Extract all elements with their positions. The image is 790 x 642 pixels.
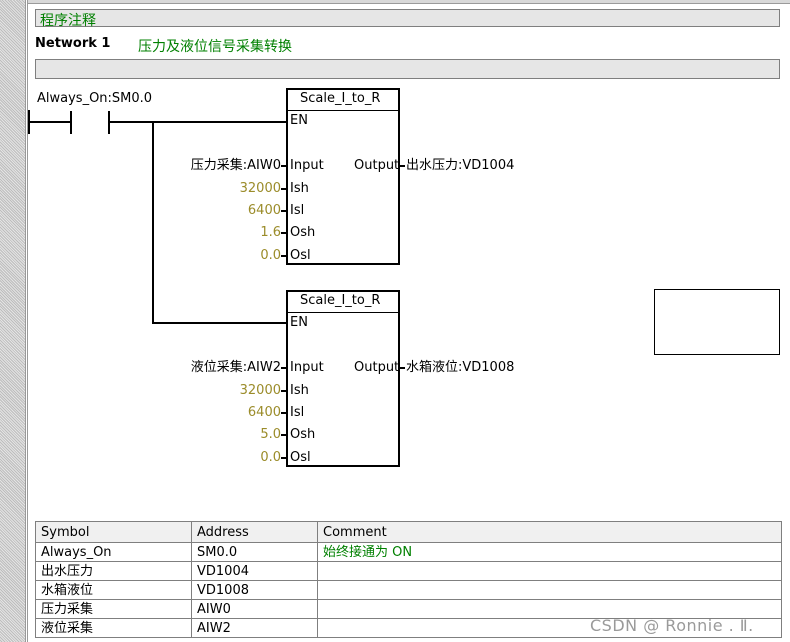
table-row[interactable]: Always_On SM0.0 始终接通为 ON: [35, 542, 782, 562]
address-cell[interactable]: AIW2: [191, 618, 318, 638]
address-cell[interactable]: AIW0: [191, 599, 318, 619]
block-2-isl-pin: Isl: [290, 405, 305, 420]
block-2-osl-pin: Osl: [290, 450, 311, 465]
block-1-isl-value[interactable]: 6400: [248, 203, 281, 219]
table-row[interactable]: 水箱液位 VD1008: [35, 580, 782, 600]
block-2-output-tick: [400, 367, 405, 369]
block-2-isl-value[interactable]: 6400: [248, 405, 281, 421]
block-1-ish-pin: Ish: [290, 181, 309, 196]
program-comment: 程序注释: [40, 13, 96, 29]
network-title[interactable]: 压力及液位信号采集转换: [138, 36, 292, 56]
left-margin-hatch: [0, 0, 25, 642]
address-column-header[interactable]: Address: [191, 521, 318, 543]
block-1-output-operand[interactable]: 出水压力:VD1004: [406, 158, 514, 174]
block-1-osl-value[interactable]: 0.0: [260, 248, 281, 264]
network-comment-bar[interactable]: [35, 59, 780, 79]
block-2-osh-tick: [281, 434, 286, 436]
block-1-osh-tick: [281, 232, 286, 234]
block-2-input-operand[interactable]: 液位采集:AIW2: [191, 360, 281, 376]
symbol-table-header: Symbol Address Comment: [35, 521, 782, 543]
block-2-osh-pin: Osh: [290, 427, 316, 442]
block-1-osh-pin: Osh: [290, 225, 316, 240]
block-2-osl-value[interactable]: 0.0: [260, 450, 281, 466]
block-2-osl-tick: [281, 457, 286, 459]
program-comment-bar[interactable]: [35, 9, 780, 27]
address-cell[interactable]: VD1004: [191, 561, 318, 581]
comment-cell[interactable]: [317, 561, 782, 581]
block-2-isl-tick: [281, 412, 286, 414]
block-1-input-pin: Input: [290, 158, 324, 173]
table-row[interactable]: 出水压力 VD1004: [35, 561, 782, 581]
comment-column-header[interactable]: Comment: [317, 521, 782, 543]
block-1-ish-value[interactable]: 32000: [240, 181, 281, 197]
block-2-ish-pin: Ish: [290, 383, 309, 398]
block-1-en-pin: EN: [290, 113, 308, 128]
comment-cell[interactable]: 始终接通为 ON: [317, 542, 782, 562]
symbol-cell[interactable]: 水箱液位: [35, 580, 192, 600]
editor-top-border: [28, 0, 790, 4]
empty-network-box[interactable]: [654, 289, 780, 355]
network-label[interactable]: Network 1: [35, 36, 110, 51]
symbol-cell[interactable]: 出水压力: [35, 561, 192, 581]
symbol-cell[interactable]: 压力采集: [35, 599, 192, 619]
block-1-osh-value[interactable]: 1.6: [260, 225, 281, 241]
block-2-input-pin: Input: [290, 360, 324, 375]
watermark: CSDN @ Ronnie . Ⅱ.: [590, 616, 754, 635]
symbol-cell[interactable]: Always_On: [35, 542, 192, 562]
block-1-name: Scale_I_to_R: [300, 91, 381, 106]
block-1-input-tick: [281, 165, 286, 167]
block-1-output-tick: [400, 165, 405, 167]
symbol-cell[interactable]: 液位采集: [35, 618, 192, 638]
rung-branch-wire: [152, 121, 154, 324]
address-cell[interactable]: SM0.0: [191, 542, 318, 562]
block-2-output-pin: Output: [354, 360, 400, 375]
block-2-osh-value[interactable]: 5.0: [260, 427, 281, 443]
block-1-output-pin: Output: [354, 158, 400, 173]
block-1-ish-tick: [281, 188, 286, 190]
address-cell[interactable]: VD1008: [191, 580, 318, 600]
block-2-en-pin: EN: [290, 315, 308, 330]
comment-cell[interactable]: [317, 580, 782, 600]
contact-left-plate[interactable]: [70, 111, 72, 134]
block-2-title-divider: [287, 312, 399, 313]
block-1-input-operand[interactable]: 压力采集:AIW0: [191, 158, 281, 174]
block-2-name: Scale_I_to_R: [300, 293, 381, 308]
margin-separator: [25, 0, 28, 642]
block-2-input-tick: [281, 367, 286, 369]
block-1-isl-pin: Isl: [290, 203, 305, 218]
block-1-osl-pin: Osl: [290, 248, 311, 263]
block-2-ish-value[interactable]: 32000: [240, 383, 281, 399]
block-1-osl-tick: [281, 255, 286, 257]
contact-label[interactable]: Always_On:SM0.0: [37, 91, 152, 107]
block-1-isl-tick: [281, 210, 286, 212]
symbol-column-header[interactable]: Symbol: [35, 521, 192, 543]
block-1-title-divider: [287, 110, 399, 111]
rung-wire-en1: [109, 121, 287, 123]
block-2-output-operand[interactable]: 水箱液位:VD1008: [406, 360, 514, 376]
rung-wire-left: [28, 121, 70, 123]
block-2-ish-tick: [281, 390, 286, 392]
rung-wire-en2: [152, 322, 287, 324]
